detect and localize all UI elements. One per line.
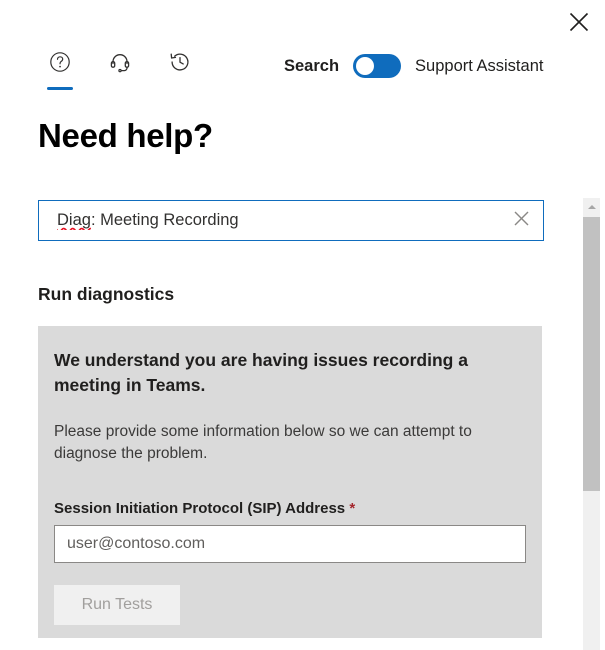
search-box[interactable]: Diag: Meeting Recording	[38, 200, 544, 241]
sip-address-input[interactable]	[54, 524, 526, 563]
diagnostics-headline: We understand you are having issues reco…	[54, 350, 468, 396]
tab-history[interactable]	[158, 44, 202, 90]
search-input[interactable]: Diag: Meeting Recording	[39, 211, 499, 230]
sip-address-label: Session Initiation Protocol (SIP) Addres…	[54, 500, 526, 517]
page-title: Need help?	[38, 117, 213, 154]
scrollbar-up-button[interactable]	[583, 198, 600, 215]
search-term-misspelled: Diag	[57, 211, 91, 229]
sip-address-label-text: Session Initiation Protocol (SIP) Addres…	[54, 499, 346, 517]
close-icon	[568, 11, 590, 33]
tab-strip	[38, 44, 202, 90]
required-marker: *	[349, 499, 356, 517]
tab-help[interactable]	[38, 44, 82, 90]
tab-contact-support[interactable]	[98, 44, 142, 90]
diagnostics-description: Please provide some information below so…	[54, 422, 472, 463]
search-assistant-toggle-group: Search Support Assistant	[284, 54, 543, 78]
run-tests-button[interactable]: Run Tests	[54, 584, 180, 625]
close-icon	[512, 209, 531, 233]
section-heading-run-diagnostics: Run diagnostics	[38, 284, 175, 304]
search-term-rest: : Meeting Recording	[90, 211, 239, 229]
toggle-label-search[interactable]: Search	[284, 57, 339, 76]
chevron-up-icon	[587, 204, 596, 209]
history-clock-icon	[168, 50, 192, 74]
vertical-scrollbar[interactable]	[583, 198, 600, 650]
toggle-knob	[356, 57, 375, 75]
toggle-label-support-assistant[interactable]: Support Assistant	[415, 57, 543, 76]
search-clear-button[interactable]	[499, 201, 543, 240]
headset-icon	[108, 50, 132, 74]
panel-header: Search Support Assistant	[0, 44, 605, 96]
scrollbar-thumb[interactable]	[583, 217, 600, 491]
question-circle-icon	[48, 50, 72, 74]
tab-active-indicator	[47, 87, 73, 90]
diagnostics-panel: We understand you are having issues reco…	[38, 326, 542, 638]
close-panel-button[interactable]	[559, 4, 599, 40]
mode-toggle-switch[interactable]	[353, 54, 402, 78]
